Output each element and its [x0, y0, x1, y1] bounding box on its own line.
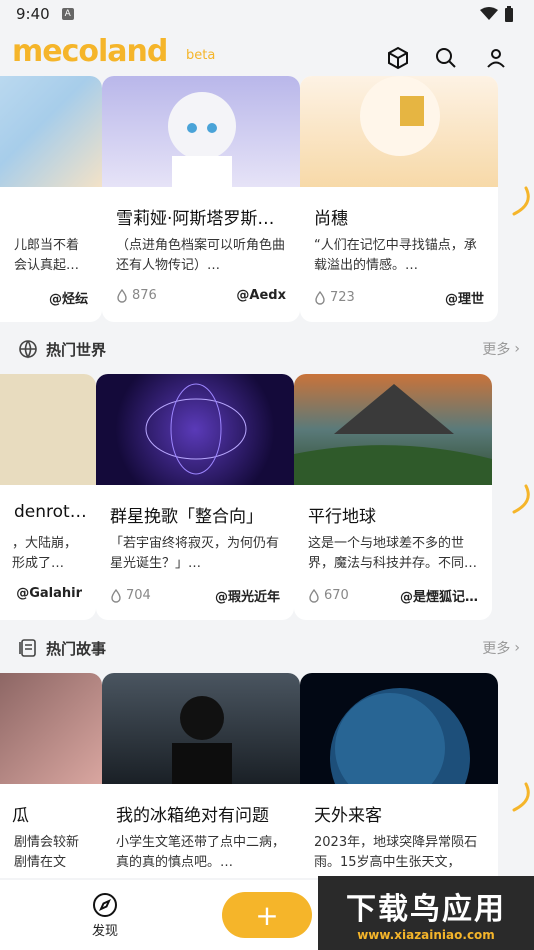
stories-section-header: 热门故事 更多 ›: [0, 633, 534, 663]
card-desc: （点进角色档案可以听角色曲还有人物传记）…: [116, 238, 286, 273]
card-desc: ，大陆崩，形成了…: [12, 536, 78, 571]
story-card[interactable]: 我的冰箱绝对有问题 小学生文笔还带了点中二病，真的真的慎点吧。…: [102, 673, 300, 878]
likes-count: 670: [308, 588, 349, 603]
card-image: [0, 673, 102, 784]
battery-icon: [505, 6, 513, 22]
globe-icon: [19, 340, 37, 359]
flame-icon: [111, 588, 121, 603]
loading-spinner-icon: [512, 186, 530, 216]
app-logo: mecoland: [12, 34, 168, 69]
wifi-icon: [480, 7, 498, 20]
card-image: [300, 76, 498, 187]
card-author: @瑕光近年: [214, 590, 280, 605]
more-link[interactable]: 更多 ›: [482, 339, 520, 359]
card-title: 群星挽歌「整合向」: [110, 507, 263, 527]
card-title: 我的冰箱绝对有问题: [116, 806, 269, 826]
watermark-url: www.xiazainiao.com: [357, 928, 495, 942]
more-link[interactable]: 更多 ›: [482, 638, 520, 658]
chevron-right-icon: ›: [514, 341, 520, 357]
card-desc: 剧情会较新剧情在文游…: [14, 835, 80, 870]
nav-discover-label: 发现: [92, 924, 119, 939]
likes-value: 876: [132, 288, 157, 303]
notification-icon: A: [61, 8, 74, 20]
create-button[interactable]: +: [222, 892, 312, 938]
worlds-section-header: 热门世界 更多 ›: [0, 334, 534, 364]
card-image: [294, 374, 492, 485]
stories-row: 瓜 剧情会较新剧情在文游… 我的冰箱绝对有问题 小学生文笔还带了点中二病，真的真…: [0, 673, 534, 878]
likes-count: 876: [116, 288, 157, 303]
section-title: 热门世界: [46, 340, 107, 359]
nav-discover[interactable]: 发现: [92, 892, 118, 939]
flame-icon: [117, 288, 127, 303]
card-desc: 这是一个与地球差不多的世界，魔法与科技并存。不同…: [308, 536, 478, 571]
more-label: 更多: [482, 641, 511, 657]
card-title: 瓜: [12, 806, 29, 826]
character-card[interactable]: 雪莉娅·阿斯塔罗斯… （点进角色档案可以听角色曲还有人物传记）… 876 @Ae…: [102, 76, 300, 322]
story-card[interactable]: 天外来客 2023年，地球突降异常陨石雨。15岁高中生张天文，在…: [300, 673, 498, 878]
card-desc: 2023年，地球突降异常陨石雨。15岁高中生张天文，在…: [314, 835, 478, 870]
status-bar: 9:40 A: [0, 0, 534, 28]
watermark-title: 下载鸟应用: [346, 892, 506, 927]
user-icon[interactable]: [482, 44, 510, 72]
character-card[interactable]: 儿郎当不着会认真起… @烃纭: [0, 76, 102, 322]
card-title: 雪莉娅·阿斯塔罗斯…: [116, 209, 275, 229]
card-desc: 儿郎当不着会认真起…: [14, 238, 80, 273]
world-card[interactable]: denrot… ，大陆崩，形成了… @Galahir: [0, 374, 96, 620]
likes-value: 723: [330, 290, 355, 305]
flame-icon: [309, 588, 319, 603]
cube-icon[interactable]: [384, 44, 412, 72]
loading-spinner-icon: [512, 782, 530, 812]
section-title: 热门故事: [46, 639, 107, 658]
character-card[interactable]: 尚穗 “人们在记忆中寻找锚点，承载溢出的情感。… 723 @理世: [300, 76, 498, 322]
likes-count: 704: [110, 588, 151, 603]
card-title: denrot…: [14, 502, 86, 522]
beta-badge: beta: [186, 48, 216, 63]
card-image: [102, 76, 300, 187]
likes-value: 704: [126, 588, 151, 603]
card-desc: 「若宇宙终将寂灭，为何仍有星光诞生？」…: [110, 536, 280, 571]
card-desc: 小学生文笔还带了点中二病，真的真的慎点吧。…: [116, 835, 286, 870]
card-title: 尚穗: [314, 209, 348, 229]
likes-value: 670: [324, 588, 349, 603]
chevron-right-icon: ›: [514, 640, 520, 656]
flame-icon: [315, 290, 325, 305]
more-label: 更多: [482, 342, 511, 358]
card-image: [96, 374, 294, 485]
world-card[interactable]: 群星挽歌「整合向」 「若宇宙终将寂灭，为何仍有星光诞生？」… 704 @瑕光近年: [96, 374, 294, 620]
card-title: 平行地球: [308, 507, 376, 527]
watermark: 下载鸟应用 www.xiazainiao.com: [318, 876, 534, 950]
worlds-row: denrot… ，大陆崩，形成了… @Galahir 群星挽歌「整合向」 「若宇…: [0, 374, 534, 624]
card-author: @是煙狐记…: [399, 590, 478, 605]
world-card[interactable]: 平行地球 这是一个与地球差不多的世界，魔法与科技并存。不同… 670 @是煙狐记…: [294, 374, 492, 620]
card-author: @理世: [444, 292, 484, 307]
card-author: @Galahir: [16, 586, 82, 601]
compass-icon: [93, 893, 117, 917]
status-time: 9:40: [16, 5, 50, 23]
card-image: [300, 673, 498, 784]
scroll-icon: [19, 639, 36, 657]
card-author: @Aedx: [236, 288, 286, 303]
story-card[interactable]: 瓜 剧情会较新剧情在文游…: [0, 673, 102, 878]
loading-spinner-icon: [512, 484, 530, 514]
card-image: [0, 374, 96, 485]
card-desc: “人们在记忆中寻找锚点，承载溢出的情感。…: [314, 238, 477, 273]
likes-count: 723: [314, 290, 355, 305]
characters-row: 儿郎当不着会认真起… @烃纭 雪莉娅·阿斯塔罗斯… （点进角色档案可以听角色曲还…: [0, 76, 534, 326]
card-title: 天外来客: [314, 806, 382, 826]
card-author: @烃纭: [48, 292, 88, 307]
card-image: [102, 673, 300, 784]
search-icon[interactable]: [432, 44, 460, 72]
card-image: [0, 76, 102, 187]
